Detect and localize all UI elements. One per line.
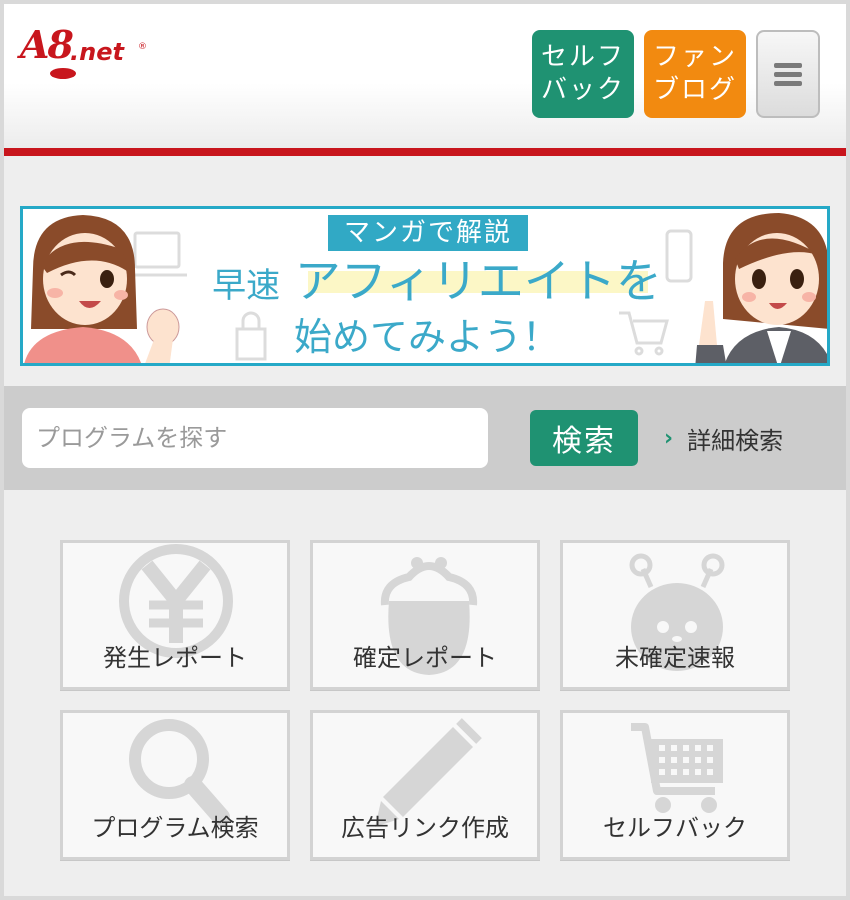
header-divider xyxy=(4,148,846,156)
advanced-search-link[interactable]: › 詳細検索 xyxy=(664,418,783,458)
menu-button[interactable] xyxy=(756,30,820,118)
tile-label: 未確定速報 xyxy=(615,644,735,672)
banner-headline-big: アフィリエイトを xyxy=(294,254,662,308)
header: A8 .net ® セルフ バック ファン ブログ xyxy=(4,4,846,148)
logo-net-text: .net xyxy=(70,38,124,66)
tile-program-search[interactable]: プログラム検索 xyxy=(60,710,290,860)
program-search-input[interactable] xyxy=(22,408,488,468)
hamburger-icon xyxy=(774,63,802,86)
selfback-button[interactable]: セルフ バック xyxy=(532,30,634,118)
tile-unconfirmed-bulletin[interactable]: 未確定速報 xyxy=(560,540,790,690)
tile-label: プログラム検索 xyxy=(91,814,259,842)
search-bar: 検索 › 詳細検索 xyxy=(4,386,846,490)
banner-tag: マンガで解説 xyxy=(328,215,528,251)
tile-create-ad-link[interactable]: 広告リンク作成 xyxy=(310,710,540,860)
advanced-search-label: 詳細検索 xyxy=(687,426,784,455)
a8-logo[interactable]: A8 .net ® xyxy=(20,22,150,82)
chevron-right-icon: › xyxy=(664,425,674,451)
logo-a8-text: A8 xyxy=(20,22,74,67)
tile-selfback[interactable]: セルフバック xyxy=(560,710,790,860)
left-girl-illustration xyxy=(24,215,180,363)
tile-label: 発生レポート xyxy=(103,644,247,672)
right-woman-illustration xyxy=(695,213,827,363)
tile-label: 広告リンク作成 xyxy=(341,814,509,842)
search-button[interactable]: 検索 xyxy=(530,410,638,466)
registered-mark: ® xyxy=(138,42,147,52)
tile-label: 確定レポート xyxy=(353,644,497,672)
banner-headline: 早速 アフィリエイトを xyxy=(207,251,667,316)
logo-swoosh xyxy=(50,68,76,79)
page-frame: A8 .net ® セルフ バック ファン ブログ マンガで解説 早速 アフィリ… xyxy=(4,4,846,896)
manga-tutorial-banner[interactable]: マンガで解説 早速 アフィリエイトを 始めてみよう！ xyxy=(20,206,830,366)
tile-label: セルフバック xyxy=(603,814,747,842)
banner-subline: 始めてみよう！ xyxy=(293,315,560,359)
tile-confirmed-report[interactable]: 確定レポート xyxy=(310,540,540,690)
tile-occurrence-report[interactable]: 発生レポート xyxy=(60,540,290,690)
fanblog-button[interactable]: ファン ブログ xyxy=(644,30,746,118)
banner-headline-small: 早速 xyxy=(212,266,281,306)
